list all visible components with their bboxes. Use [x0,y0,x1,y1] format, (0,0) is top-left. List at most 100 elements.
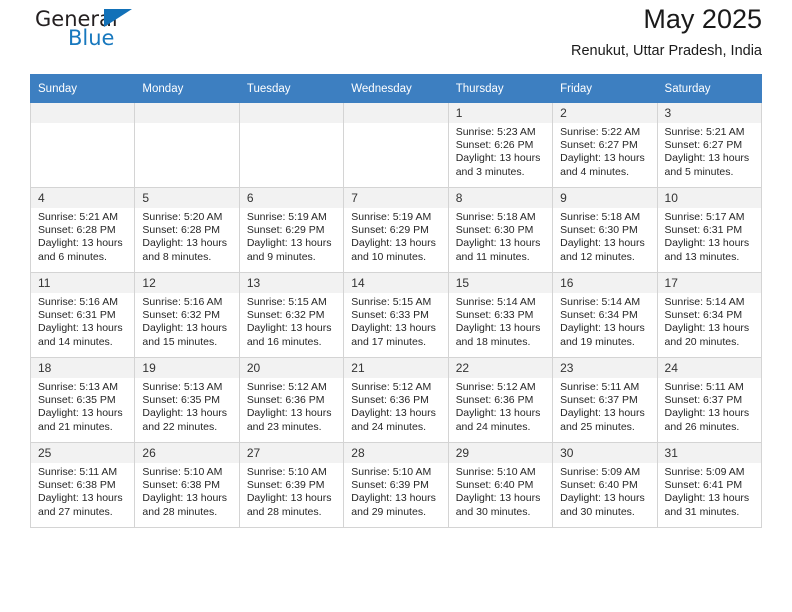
calendar-day-cell[interactable]: 1 Sunrise: 5:23 AM Sunset: 6:26 PM Daylight… [447,102,554,188]
day-number: 24 [657,358,761,378]
sunset-text: Sunset: 6:36 PM [455,394,534,407]
day-details: Sunrise: 5:09 AM Sunset: 6:40 PM Daylight:… [553,463,656,519]
day-number [31,103,135,123]
sunrise-text: Sunrise: 5:16 AM [142,296,223,308]
calendar-day-cell[interactable]: 13 Sunrise: 5:15 AM Sunset: 6:32 PM Dayligh… [238,272,345,358]
day-number: 14 [344,273,448,293]
sunset-text: Sunset: 6:40 PM [560,479,638,492]
daylight-text-line2: and 31 minutes. [664,505,740,518]
daylight-text-line2: and 12 minutes. [560,250,635,263]
daylight-text-line2: and 14 minutes. [38,335,113,348]
day-details: Sunrise: 5:20 AM Sunset: 6:28 PM Daylight:… [135,208,238,264]
calendar-day-cell[interactable]: 20 Sunrise: 5:12 AM Sunset: 6:36 PM Dayligh… [238,357,345,443]
calendar-day-cell[interactable]: 29 Sunrise: 5:10 AM Sunset: 6:40 PM Dayligh… [447,442,554,528]
sunrise-text: Sunrise: 5:10 AM [142,466,223,478]
calendar-day-cell[interactable]: 23 Sunrise: 5:11 AM Sunset: 6:37 PM Dayligh… [552,357,658,443]
calendar-table: Sunday Monday Tuesday Wednesday Thursday Frid… [29,74,763,528]
sunset-text: Sunset: 6:27 PM [664,139,743,152]
sunset-text: Sunset: 6:41 PM [664,479,743,492]
calendar-day-cell[interactable]: 9 Sunrise: 5:18 AM Sunset: 6:30 PM Daylight… [552,187,658,273]
sunrise-text: Sunrise: 5:17 AM [664,211,745,223]
calendar-day-cell[interactable]: 16 Sunrise: 5:14 AM Sunset: 6:34 PM Dayligh… [552,272,658,358]
calendar-day-cell[interactable]: 8 Sunrise: 5:18 AM Sunset: 6:30 PM Daylight… [447,187,554,273]
calendar-day-cell[interactable]: 25 Sunrise: 5:11 AM Sunset: 6:38 PM Dayligh… [29,442,136,528]
sunset-text: Sunset: 6:36 PM [246,394,325,407]
calendar-day-cell[interactable]: 15 Sunrise: 5:14 AM Sunset: 6:33 PM Dayligh… [447,272,554,358]
calendar-day-cell[interactable]: 4 Sunrise: 5:21 AM Sunset: 6:28 PM Daylight… [29,187,136,273]
day-number: 3 [657,103,761,123]
sunset-text: Sunset: 6:39 PM [246,479,325,492]
day-details: Sunrise: 5:14 AM Sunset: 6:33 PM Daylight:… [449,293,552,349]
sunset-text: Sunset: 6:27 PM [560,139,638,152]
daylight-text-line2: and 10 minutes. [351,250,426,263]
day-number: 30 [553,443,657,463]
calendar-day-cell[interactable]: 18 Sunrise: 5:13 AM Sunset: 6:35 PM Dayligh… [29,357,136,443]
sunrise-text: Sunrise: 5:20 AM [142,211,223,223]
calendar-week-row: 11 Sunrise: 5:16 AM Sunset: 6:31 PM Dayligh… [29,272,763,358]
daylight-text-line1: Daylight: 13 hours [560,407,645,420]
calendar-day-cell[interactable]: 21 Sunrise: 5:12 AM Sunset: 6:36 PM Dayligh… [343,357,449,443]
calendar-day-cell[interactable]: 12 Sunrise: 5:16 AM Sunset: 6:32 PM Dayligh… [134,272,240,358]
sunrise-text: Sunrise: 5:10 AM [351,466,432,478]
sunrise-text: Sunrise: 5:11 AM [560,381,640,393]
calendar-day-cell[interactable]: 24 Sunrise: 5:11 AM Sunset: 6:37 PM Dayligh… [656,357,763,443]
sunset-text: Sunset: 6:30 PM [455,224,534,237]
calendar-day-cell[interactable]: 10 Sunrise: 5:17 AM Sunset: 6:31 PM Dayligh… [656,187,763,273]
day-details: Sunrise: 5:10 AM Sunset: 6:38 PM Daylight:… [135,463,238,519]
calendar-day-cell[interactable]: 22 Sunrise: 5:12 AM Sunset: 6:36 PM Dayligh… [447,357,554,443]
calendar-day-cell[interactable]: 31 Sunrise: 5:09 AM Sunset: 6:41 PM Dayligh… [656,442,763,528]
calendar-day-cell[interactable]: 7 Sunrise: 5:19 AM Sunset: 6:29 PM Daylight… [343,187,449,273]
daylight-text-line1: Daylight: 13 hours [560,492,645,505]
daylight-text-line2: and 30 minutes. [455,505,531,518]
daylight-text-line1: Daylight: 13 hours [246,322,332,335]
sunset-text: Sunset: 6:39 PM [351,479,429,492]
calendar-day-cell[interactable]: 6 Sunrise: 5:19 AM Sunset: 6:29 PM Daylight… [238,187,345,273]
calendar-day-cell[interactable]: 26 Sunrise: 5:10 AM Sunset: 6:38 PM Dayligh… [134,442,240,528]
daylight-text-line2: and 21 minutes. [38,420,113,433]
calendar-day-cell[interactable]: 5 Sunrise: 5:20 AM Sunset: 6:28 PM Daylight… [134,187,240,273]
daylight-text-line2: and 27 minutes. [38,505,113,518]
day-details: Sunrise: 5:22 AM Sunset: 6:27 PM Daylight:… [553,123,656,179]
calendar-day-cell[interactable]: 28 Sunrise: 5:10 AM Sunset: 6:39 PM Dayligh… [343,442,449,528]
day-details: Sunrise: 5:13 AM Sunset: 6:35 PM Daylight:… [135,378,238,434]
day-details: Sunrise: 5:10 AM Sunset: 6:39 PM Daylight:… [240,463,343,519]
daylight-text-line1: Daylight: 13 hours [455,152,541,165]
calendar-day-cell[interactable]: 17 Sunrise: 5:14 AM Sunset: 6:34 PM Dayligh… [656,272,763,358]
sunset-text: Sunset: 6:31 PM [38,309,116,322]
calendar-day-cell[interactable]: 27 Sunrise: 5:10 AM Sunset: 6:39 PM Dayligh… [238,442,345,528]
calendar-day-cell[interactable]: 3 Sunrise: 5:21 AM Sunset: 6:27 PM Daylight… [656,102,763,188]
general-blue-logo[interactable]: General Blue [30,5,160,57]
day-details: Sunrise: 5:17 AM Sunset: 6:31 PM Daylight:… [658,208,761,264]
daylight-text-line1: Daylight: 13 hours [246,407,332,420]
day-number: 19 [135,358,239,378]
weekday-header-saturday: Saturday [656,74,763,103]
sunset-text: Sunset: 6:30 PM [560,224,638,237]
sunrise-text: Sunrise: 5:09 AM [664,466,745,478]
sunrise-text: Sunrise: 5:12 AM [351,381,432,393]
daylight-text-line2: and 9 minutes. [246,250,316,263]
daylight-text-line1: Daylight: 13 hours [455,322,541,335]
daylight-text-line1: Daylight: 13 hours [560,322,645,335]
calendar-cell-empty [134,102,240,188]
calendar-day-cell[interactable]: 2 Sunrise: 5:22 AM Sunset: 6:27 PM Daylight… [552,102,658,188]
day-details: Sunrise: 5:12 AM Sunset: 6:36 PM Daylight:… [449,378,552,434]
sunset-text: Sunset: 6:28 PM [142,224,221,237]
sunset-text: Sunset: 6:34 PM [664,309,743,322]
daylight-text-line2: and 8 minutes. [142,250,212,263]
calendar-day-cell[interactable]: 30 Sunrise: 5:09 AM Sunset: 6:40 PM Dayligh… [552,442,658,528]
day-number: 22 [448,358,553,378]
calendar-day-cell[interactable]: 11 Sunrise: 5:16 AM Sunset: 6:31 PM Dayligh… [29,272,136,358]
day-details: Sunrise: 5:11 AM Sunset: 6:37 PM Daylight:… [658,378,761,434]
day-details: Sunrise: 5:12 AM Sunset: 6:36 PM Daylight:… [240,378,343,434]
calendar-week-row: 4 Sunrise: 5:21 AM Sunset: 6:28 PM Daylight… [29,187,763,273]
daylight-text-line1: Daylight: 13 hours [351,237,436,250]
day-details: Sunrise: 5:09 AM Sunset: 6:41 PM Daylight:… [658,463,761,519]
sunset-text: Sunset: 6:32 PM [142,309,221,322]
sunrise-text: Sunrise: 5:14 AM [455,296,536,308]
sunrise-text: Sunrise: 5:14 AM [560,296,641,308]
calendar-day-cell[interactable]: 19 Sunrise: 5:13 AM Sunset: 6:35 PM Dayligh… [134,357,240,443]
daylight-text-line2: and 13 minutes. [664,250,740,263]
daylight-text-line2: and 25 minutes. [560,420,635,433]
calendar-day-cell[interactable]: 14 Sunrise: 5:15 AM Sunset: 6:33 PM Dayligh… [343,272,449,358]
day-details: Sunrise: 5:19 AM Sunset: 6:29 PM Daylight:… [240,208,343,264]
